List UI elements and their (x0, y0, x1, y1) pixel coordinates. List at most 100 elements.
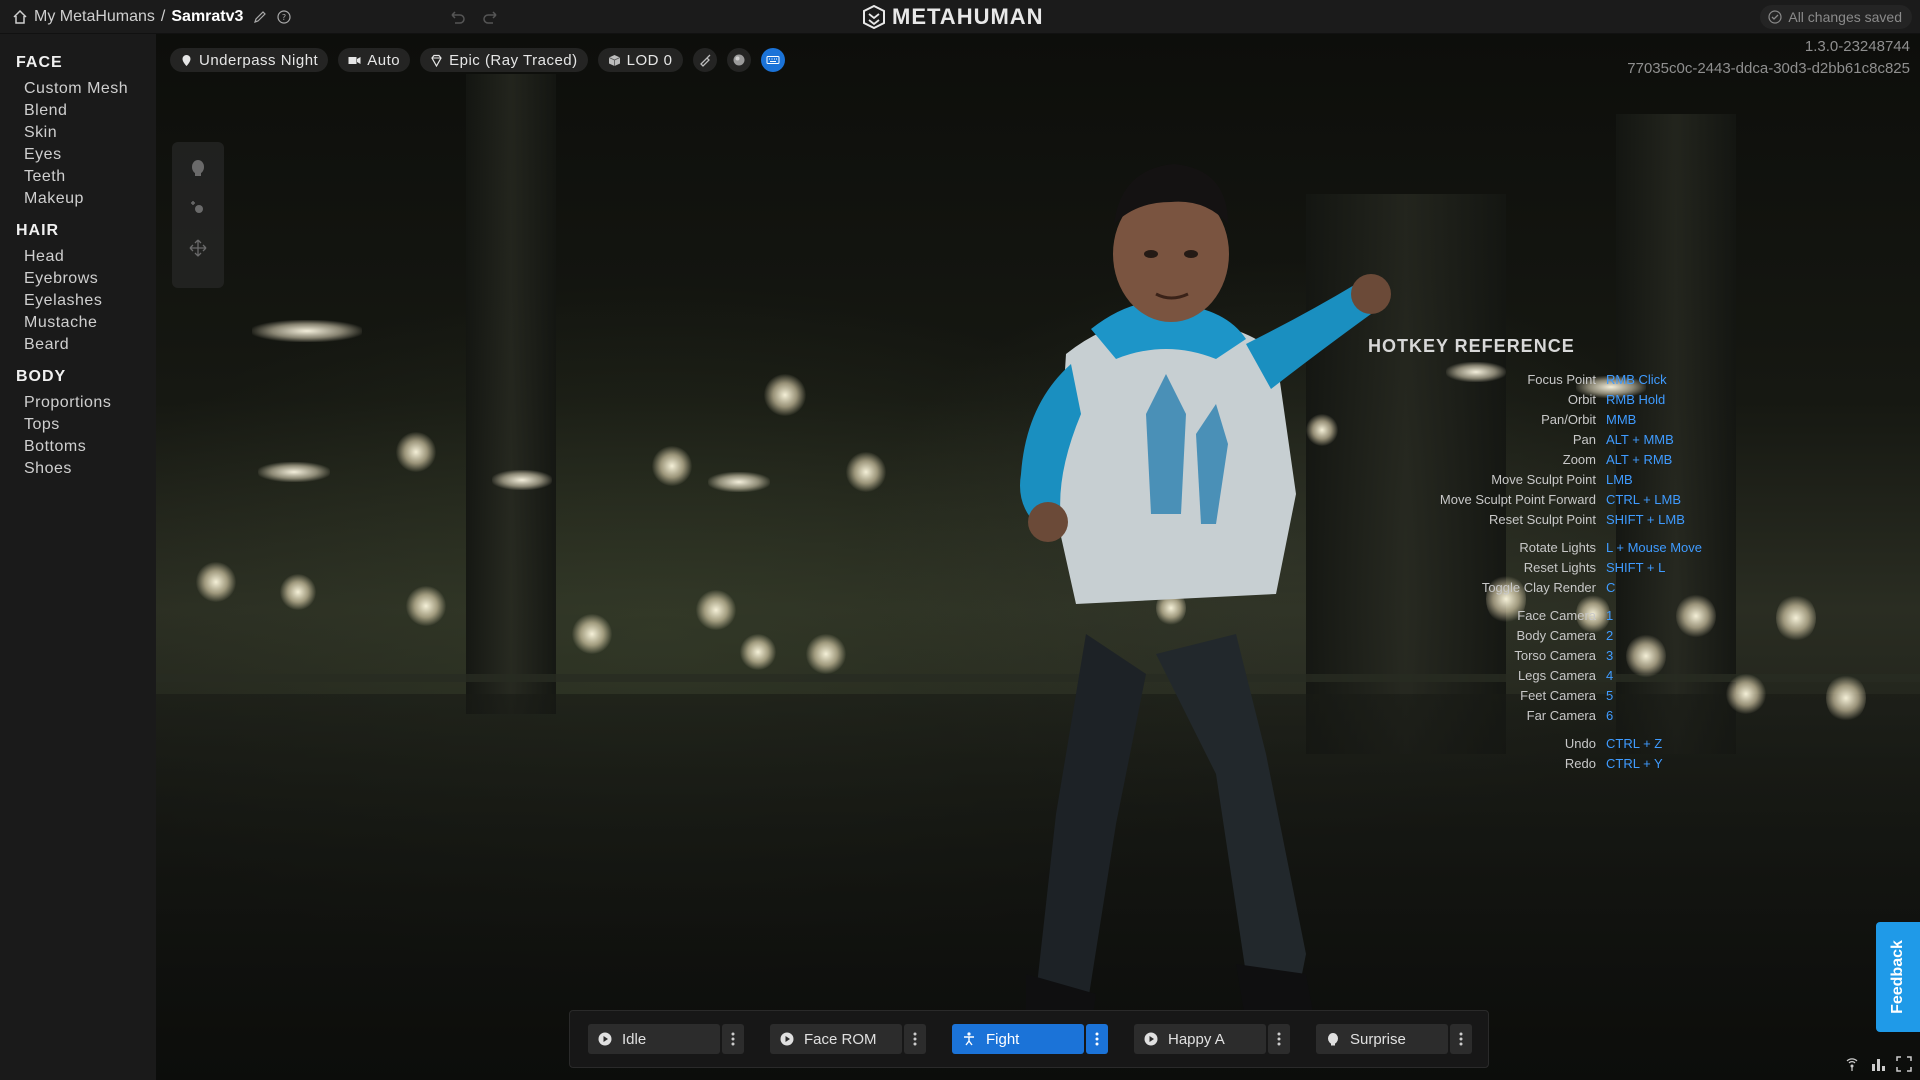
feedback-button[interactable]: Feedback (1876, 922, 1920, 1032)
bokeh-light (846, 452, 886, 492)
hotkey-key: CTRL + LMB (1606, 492, 1682, 507)
hotkey-row: Far Camera 6 (1146, 708, 1614, 726)
sidebar-item-beard[interactable]: Beard (0, 334, 156, 356)
diamond-icon (430, 54, 443, 67)
head-view-icon[interactable] (188, 158, 208, 178)
camera-selector[interactable]: Auto (338, 48, 411, 72)
sidebar-item-custom-mesh[interactable]: Custom Mesh (0, 78, 156, 100)
save-status: All changes saved (1760, 5, 1912, 29)
breadcrumb-root[interactable]: My MetaHumans (34, 8, 155, 26)
brand-name: METAHUMAN (892, 4, 1044, 29)
sidebar-item-skin[interactable]: Skin (0, 122, 156, 144)
animation-fight-button[interactable]: Fight (952, 1024, 1084, 1054)
hotkey-label: Face Camera (1517, 608, 1596, 623)
hotkey-key: LMB (1606, 472, 1633, 487)
sidebar-item-tops[interactable]: Tops (0, 414, 156, 436)
sidebar-group-title: BODY (16, 368, 67, 385)
hotkey-key: SHIFT + L (1606, 560, 1666, 575)
brush-icon (699, 54, 710, 67)
sidebar-group-title: HAIR (16, 222, 60, 239)
cube-icon (608, 54, 621, 67)
sidebar-item-blend[interactable]: Blend (0, 100, 156, 122)
more-vertical-icon (1277, 1032, 1281, 1046)
save-status-text: All changes saved (1788, 9, 1902, 25)
sidebar-item-head[interactable]: Head (0, 246, 156, 268)
hotkey-label: Reset Sculpt Point (1489, 512, 1596, 527)
animation-label: Surprise (1350, 1030, 1406, 1048)
animation-more-button[interactable] (1450, 1024, 1472, 1054)
animation-surprise-button[interactable]: Surprise (1316, 1024, 1448, 1054)
sphere-icon (733, 54, 744, 66)
lighting-selector[interactable]: Underpass Night (170, 48, 329, 72)
sidebar-item-eyebrows[interactable]: Eyebrows (0, 268, 156, 290)
hotkey-key: 2 (1606, 628, 1614, 643)
hotkey-key: C (1606, 580, 1616, 595)
sidebar-group-title: FACE (16, 54, 63, 71)
play-icon (598, 1032, 612, 1046)
quality-selector[interactable]: Epic (Ray Traced) (420, 48, 588, 72)
sidebar-item-bottoms[interactable]: Bottoms (0, 436, 156, 458)
sidebar-item-shoes[interactable]: Shoes (0, 458, 156, 480)
sidebar-item-proportions[interactable]: Proportions (0, 392, 156, 414)
sidebar-item-eyelashes[interactable]: Eyelashes (0, 290, 156, 312)
hotkey-row: Move Sculpt Point LMB (1146, 472, 1633, 490)
hotkey-row: Toggle Clay Render C (1146, 580, 1616, 598)
hotkey-key: 5 (1606, 688, 1614, 703)
lod-selector[interactable]: LOD 0 (597, 48, 683, 72)
hotkey-row: Undo CTRL + Z (1146, 736, 1662, 754)
orbit-view-icon[interactable] (188, 198, 208, 218)
metahuman-character[interactable] (916, 114, 1416, 1044)
bokeh-light (252, 320, 362, 342)
hotkey-row: Torso Camera 3 (1146, 648, 1613, 666)
bokeh-light (1826, 674, 1866, 722)
bokeh-light (258, 462, 330, 482)
hotkey-reference-button[interactable] (760, 48, 785, 72)
brand-logo: METAHUMAN (862, 4, 1044, 30)
hotkey-key: ALT + MMB (1606, 432, 1674, 447)
hotkey-row: Pan ALT + MMB (1146, 432, 1674, 450)
stats-icon[interactable] (1870, 1056, 1886, 1072)
bokeh-light (492, 470, 552, 490)
hotkey-key: 1 (1606, 608, 1614, 623)
edit-icon[interactable] (253, 10, 267, 24)
help-icon[interactable]: ? (277, 10, 292, 24)
hotkey-key: CTRL + Z (1606, 736, 1663, 751)
3d-viewport[interactable]: Underpass Night Auto Epic (Ray Traced) L… (156, 34, 1920, 1080)
undo-icon[interactable] (448, 8, 466, 26)
sculpt-tool-button[interactable] (692, 48, 717, 72)
animation-more-button[interactable] (722, 1024, 744, 1054)
signal-icon[interactable] (1844, 1056, 1860, 1072)
bokeh-light (406, 586, 446, 626)
camera-label: Auto (367, 51, 401, 69)
animation-more-button[interactable] (1086, 1024, 1108, 1054)
clay-render-button[interactable] (726, 48, 751, 72)
figure-icon (962, 1032, 976, 1046)
hotkey-key: SHIFT + LMB (1606, 512, 1685, 527)
breadcrumb: My MetaHumans / Samratv3 ? (12, 0, 292, 34)
redo-icon[interactable] (482, 8, 500, 26)
hotkey-label: Legs Camera (1517, 668, 1596, 683)
hotkey-key: MMB (1606, 412, 1637, 427)
animation-happy-a-button[interactable]: Happy A (1134, 1024, 1266, 1054)
more-vertical-icon (731, 1032, 735, 1046)
sidebar-item-teeth[interactable]: Teeth (0, 166, 156, 188)
fullscreen-icon[interactable] (1896, 1056, 1912, 1072)
sidebar-item-eyes[interactable]: Eyes (0, 144, 156, 166)
sidebar-item-makeup[interactable]: Makeup (0, 188, 156, 210)
more-vertical-icon (913, 1032, 917, 1046)
hotkey-key: RMB Hold (1606, 392, 1666, 407)
home-icon[interactable] (12, 9, 28, 25)
hotkey-reference-title: HOTKEY REFERENCE (1368, 336, 1575, 356)
hotkey-row: Pan/Orbit MMB (1146, 412, 1636, 430)
animation-face-rom-button[interactable]: Face ROM (770, 1024, 902, 1054)
sidebar-item-mustache[interactable]: Mustache (0, 312, 156, 334)
animation-idle-button[interactable]: Idle (588, 1024, 720, 1054)
hotkey-key: RMB Click (1606, 372, 1667, 387)
bokeh-light (280, 574, 316, 610)
pan-move-icon[interactable] (188, 238, 208, 258)
animation-more-button[interactable] (904, 1024, 926, 1054)
breadcrumb-separator: / (160, 8, 166, 25)
sidebar: FACE Custom Mesh Blend Skin Eyes Teeth M… (0, 34, 156, 1080)
hotkey-label: Toggle Clay Render (1481, 580, 1596, 595)
animation-more-button[interactable] (1268, 1024, 1290, 1054)
